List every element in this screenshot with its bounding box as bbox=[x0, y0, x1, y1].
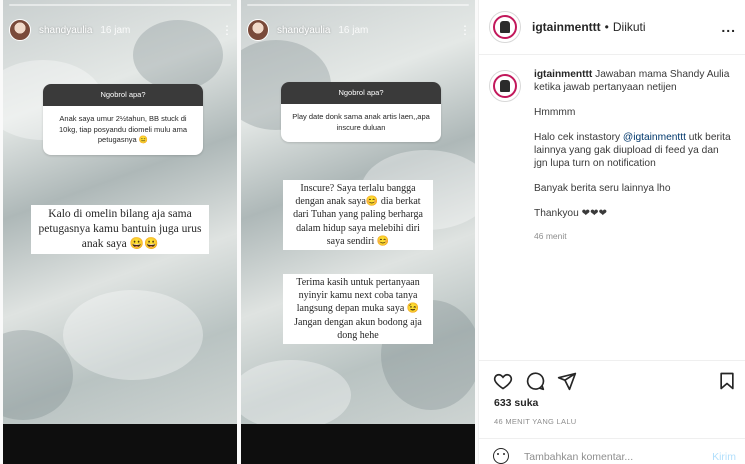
comment-input[interactable] bbox=[524, 451, 694, 463]
send-button[interactable]: Kirim bbox=[712, 451, 736, 463]
story-time: 16 jam bbox=[100, 24, 131, 36]
instagram-post-view: shandyaulia 16 jam ⋮ Ngobrol apa? Anak s… bbox=[0, 0, 745, 464]
post-sidebar: igtainmenttt • Diikuti ... igtainmenttt … bbox=[478, 0, 745, 464]
story-more-icon: ⋮ bbox=[459, 23, 471, 37]
answer-text: Inscure? Saya terlalu bangga dengan anak… bbox=[283, 180, 433, 251]
story-more-icon: ⋮ bbox=[221, 23, 233, 37]
story-header: shandyaulia 16 jam ⋮ bbox=[9, 18, 233, 42]
post-header: igtainmenttt • Diikuti ... bbox=[479, 0, 745, 55]
story-bottom-bar bbox=[3, 424, 237, 464]
story-header: shandyaulia 16 jam ⋮ bbox=[247, 18, 471, 42]
posted-time: 46 MENIT YANG LALU bbox=[494, 417, 577, 426]
comment-form: Kirim bbox=[479, 438, 745, 464]
caption-body: igtainmenttt Jawaban mama Shandy Aulia k… bbox=[534, 68, 734, 243]
answer-text: Terima kasih untuk pertanyaan nyinyir ka… bbox=[283, 274, 433, 345]
caption-username[interactable]: igtainmenttt bbox=[534, 69, 592, 80]
likes-count[interactable]: 633 suka bbox=[494, 397, 538, 409]
story-progress-bar bbox=[9, 4, 231, 6]
story-screenshot-1: shandyaulia 16 jam ⋮ Ngobrol apa? Anak s… bbox=[3, 0, 237, 464]
question-header: Ngobrol apa? bbox=[43, 84, 203, 106]
caption-promo-text: Halo cek instastory bbox=[534, 132, 623, 143]
bookmark-icon[interactable] bbox=[717, 371, 737, 391]
story-username: shandyaulia bbox=[39, 24, 93, 36]
answer-text: Kalo di omelin bilang aja sama petugasny… bbox=[31, 205, 209, 254]
caption-line: Thankyou ❤❤❤ bbox=[534, 208, 608, 219]
action-bar bbox=[479, 360, 745, 400]
caption-line: Banyak berita seru lainnya lho bbox=[534, 183, 671, 194]
story-username: shandyaulia bbox=[277, 24, 331, 36]
question-text: Anak saya umur 2½tahun, BB stuck di 10kg… bbox=[59, 114, 187, 144]
caption-line: Hmmmm bbox=[534, 107, 576, 118]
header-username[interactable]: igtainmenttt bbox=[532, 20, 601, 34]
more-icon[interactable]: ... bbox=[721, 19, 736, 35]
avatar[interactable] bbox=[489, 70, 521, 102]
post-media: shandyaulia 16 jam ⋮ Ngobrol apa? Anak s… bbox=[0, 0, 478, 464]
mention-link[interactable]: @igtainmenttt bbox=[623, 132, 686, 143]
follow-status-button[interactable]: Diikuti bbox=[613, 20, 646, 34]
header-separator: • bbox=[604, 20, 609, 34]
question-text: Play date donk sama anak artis laen,,apa… bbox=[292, 112, 430, 132]
heart-icon[interactable] bbox=[493, 371, 513, 391]
question-sticker: Ngobrol apa? Play date donk sama anak ar… bbox=[281, 82, 441, 142]
question-sticker: Ngobrol apa? Anak saya umur 2½tahun, BB … bbox=[43, 84, 203, 155]
story-bottom-bar bbox=[241, 424, 475, 464]
avatar[interactable] bbox=[489, 11, 521, 43]
comment-icon[interactable] bbox=[525, 371, 545, 391]
share-icon[interactable] bbox=[557, 371, 577, 391]
emoji-icon[interactable] bbox=[493, 448, 509, 464]
story-progress-bar bbox=[247, 4, 469, 6]
story-avatar bbox=[247, 19, 269, 41]
story-screenshot-2: shandyaulia 16 jam ⋮ Ngobrol apa? Play d… bbox=[241, 0, 475, 464]
caption-time: 46 menit bbox=[534, 231, 567, 241]
question-header: Ngobrol apa? bbox=[281, 82, 441, 104]
caption: igtainmenttt Jawaban mama Shandy Aulia k… bbox=[489, 68, 739, 243]
story-avatar bbox=[9, 19, 31, 41]
story-time: 16 jam bbox=[338, 24, 369, 36]
